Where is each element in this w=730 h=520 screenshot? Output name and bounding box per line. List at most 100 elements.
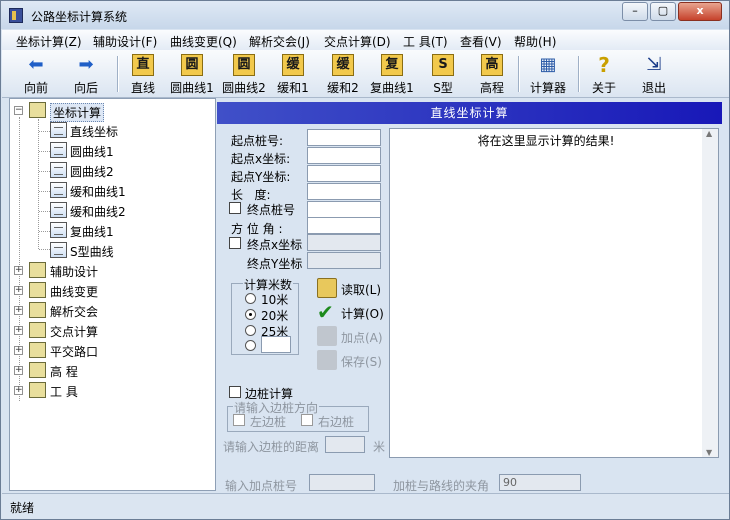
status-text: 就绪 — [10, 501, 35, 515]
compound-curve-button[interactable]: 复 复曲线1 — [368, 52, 416, 96]
collapse-icon[interactable]: − — [14, 106, 23, 115]
circular-curve2-button[interactable]: 圆 圆曲线2 — [220, 52, 268, 96]
straight-line-button[interactable]: 直 直线 — [125, 52, 161, 96]
arrow-left-icon: ⬅ — [28, 54, 44, 75]
tree-item-compound-curve1[interactable]: 复曲线1 — [50, 221, 210, 241]
end-station-input[interactable] — [307, 201, 381, 218]
menu-bar: 坐标计算(Z) 辅助设计(F) 曲线变更(Q) 解析交会(J) 交点计算(D) … — [2, 30, 729, 50]
calculator-button[interactable]: ▦ 计算器 — [526, 52, 570, 96]
calculator-icon: ▦ — [539, 54, 557, 75]
scroll-up-icon[interactable]: ▲ — [706, 129, 712, 138]
expand-icon[interactable]: + — [14, 386, 23, 395]
scroll-down-icon[interactable]: ▼ — [706, 448, 712, 457]
calculate-button[interactable]: ✔ 计算(O) — [317, 302, 387, 324]
status-bar: 就绪 — [2, 493, 729, 519]
straight-line-icon: 直 — [132, 54, 154, 76]
end-x-input[interactable] — [307, 234, 381, 251]
tree-node-level-crossing[interactable]: + 平交路口 — [14, 341, 214, 361]
toolbar-separator — [578, 56, 579, 92]
close-button[interactable]: x — [678, 2, 722, 21]
menu-view[interactable]: 查看(V) — [460, 33, 502, 50]
elevation-icon: 高 — [481, 54, 503, 76]
length-input[interactable] — [307, 183, 381, 200]
step-20m-radio[interactable] — [245, 309, 256, 320]
tree-node-tools[interactable]: + 工 具 — [14, 381, 214, 401]
arrow-right-icon: ➡ — [78, 54, 94, 75]
document-icon — [50, 162, 67, 178]
step-custom-radio[interactable] — [245, 340, 256, 351]
step-10m-radio[interactable] — [245, 293, 256, 304]
tree-item-circular-curve2[interactable]: 圆曲线2 — [50, 161, 210, 181]
expand-icon[interactable]: + — [14, 326, 23, 335]
start-x-input[interactable] — [307, 147, 381, 164]
end-x-checkbox[interactable] — [229, 237, 241, 249]
tree-node-intersection-calc[interactable]: + 交点计算 — [14, 321, 214, 341]
folder-open-icon — [317, 278, 337, 298]
circular-curve-icon: 圆 — [181, 54, 203, 76]
minimize-button[interactable]: – — [622, 2, 648, 21]
result-area[interactable]: 将在这里显示计算的结果! ▲ ▼ — [389, 128, 719, 458]
book-icon — [29, 322, 46, 338]
transition2-button[interactable]: 缓 缓和2 — [324, 52, 362, 96]
add-point-button[interactable]: 加点(A) — [317, 326, 387, 348]
transition-curve-icon: 缓 — [282, 54, 304, 76]
circular-curve1-button[interactable]: 圆 圆曲线1 — [168, 52, 216, 96]
end-station-label: 终点桩号 — [247, 203, 296, 217]
expand-icon[interactable]: + — [14, 266, 23, 275]
menu-curve-change[interactable]: 曲线变更(Q) — [170, 33, 237, 50]
read-button[interactable]: 读取(L) — [317, 278, 387, 300]
maximize-button[interactable]: ▢ — [650, 2, 676, 21]
step-25m-radio[interactable] — [245, 325, 256, 336]
tree-node-elevation[interactable]: + 高 程 — [14, 361, 214, 381]
menu-assist-design[interactable]: 辅助设计(F) — [93, 33, 157, 50]
transition1-button[interactable]: 缓 缓和1 — [274, 52, 312, 96]
add-point-input[interactable] — [309, 474, 375, 491]
expand-icon[interactable]: + — [14, 286, 23, 295]
save-button[interactable]: 保存(S) — [317, 350, 387, 372]
end-station-checkbox[interactable] — [229, 202, 241, 214]
menu-coordinate-calc[interactable]: 坐标计算(Z) — [16, 33, 82, 50]
expand-icon[interactable]: + — [14, 306, 23, 315]
end-y-input[interactable] — [307, 252, 381, 269]
start-y-input[interactable] — [307, 165, 381, 182]
menu-help[interactable]: 帮助(H) — [514, 33, 556, 50]
tree-item-transition-curve2[interactable]: 缓和曲线2 — [50, 201, 210, 221]
add-angle-input[interactable]: 90 — [499, 474, 581, 491]
exit-button[interactable]: ⇲ 退出 — [636, 52, 672, 96]
menu-tools[interactable]: 工 具(T) — [403, 33, 448, 50]
azimuth-input[interactable] — [307, 217, 381, 234]
tree-node-coordinate-calc[interactable]: − 坐标计算 — [14, 101, 214, 122]
add-angle-label: 加桩与路线的夹角 — [393, 479, 490, 493]
exit-door-icon: ⇲ — [646, 54, 662, 75]
side-distance-input[interactable] — [325, 436, 365, 453]
toolbar-separator — [117, 56, 118, 92]
tree-item-s-curve[interactable]: S型曲线 — [50, 241, 210, 261]
back-button[interactable]: ➡ 向后 — [64, 52, 108, 96]
menu-analytic-intersection[interactable]: 解析交会(J) — [249, 33, 310, 50]
expand-icon[interactable]: + — [14, 346, 23, 355]
tree-item-straight-coordinate[interactable]: 直线坐标 — [50, 121, 210, 141]
about-button[interactable]: ? 关于 — [586, 52, 622, 96]
result-scrollbar[interactable]: ▲ ▼ — [702, 129, 718, 457]
right-stake-checkbox[interactable] — [301, 414, 313, 426]
book-icon — [29, 342, 46, 358]
coordinate-folder-icon — [29, 102, 46, 118]
step-custom-input[interactable] — [261, 336, 291, 353]
tree-node-curve-change[interactable]: + 曲线变更 — [14, 281, 214, 301]
nav-tree: − 坐标计算 直线坐标 圆曲线1 圆曲线2 缓和曲线1 缓和曲线2 复曲线1 S… — [9, 98, 216, 491]
tree-node-analytic-intersection[interactable]: + 解析交会 — [14, 301, 214, 321]
expand-icon[interactable]: + — [14, 366, 23, 375]
start-station-input[interactable] — [307, 129, 381, 146]
tree-node-assist-design[interactable]: + 辅助设计 — [14, 261, 214, 281]
s-curve-button[interactable]: S S型 — [426, 52, 460, 96]
forward-button[interactable]: ⬅ 向前 — [14, 52, 58, 96]
book-icon — [29, 302, 46, 318]
menu-intersection-calc[interactable]: 交点计算(D) — [324, 33, 391, 50]
tree-item-transition-curve1[interactable]: 缓和曲线1 — [50, 181, 210, 201]
panel-title: 直线坐标计算 — [217, 102, 722, 124]
save-icon — [317, 350, 337, 370]
elevation-button[interactable]: 高 高程 — [474, 52, 510, 96]
side-stake-checkbox[interactable] — [229, 386, 241, 398]
left-stake-checkbox[interactable] — [233, 414, 245, 426]
tree-item-circular-curve1[interactable]: 圆曲线1 — [50, 141, 210, 161]
